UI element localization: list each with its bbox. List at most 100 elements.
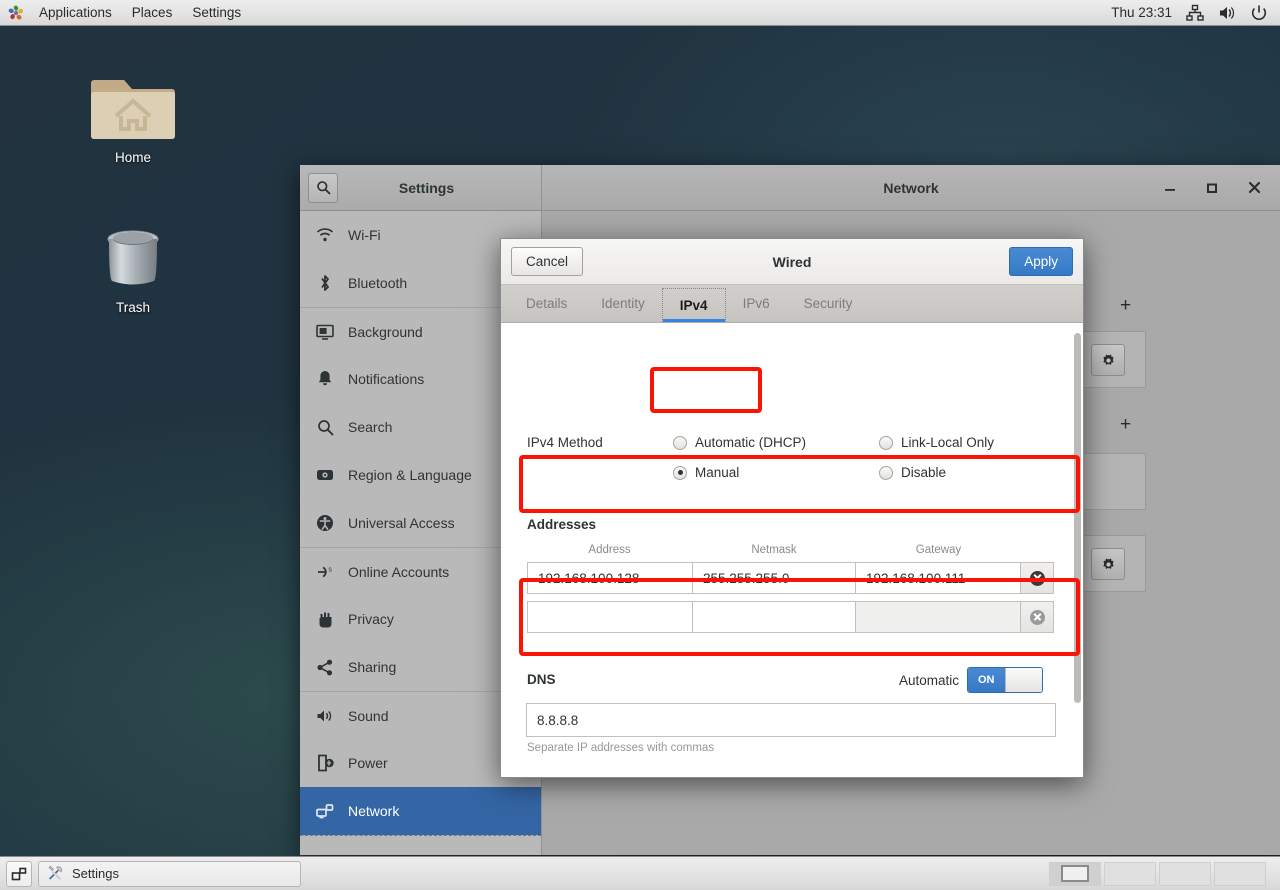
menu-settings[interactable]: Settings bbox=[182, 0, 251, 26]
tab-identity[interactable]: Identity bbox=[584, 285, 662, 322]
dns-title: DNS bbox=[527, 672, 556, 687]
workspace-4[interactable] bbox=[1214, 861, 1266, 886]
trash-bin-icon bbox=[78, 218, 188, 298]
gateway-input[interactable]: 192.168.100.111 bbox=[855, 562, 1021, 594]
radio-label: Link-Local Only bbox=[901, 435, 995, 450]
workspace-switcher[interactable] bbox=[1049, 861, 1274, 886]
add-connection-button[interactable]: + bbox=[1120, 414, 1131, 436]
settings-sidebar-header: Settings bbox=[300, 165, 542, 210]
radio-indicator bbox=[879, 465, 893, 480]
dns-input[interactable]: 8.8.8.8 bbox=[526, 703, 1056, 737]
radio-label: Automatic (DHCP) bbox=[695, 435, 807, 450]
column-header-gateway: Gateway bbox=[915, 544, 962, 556]
netmask-input[interactable] bbox=[692, 601, 856, 633]
radio-indicator bbox=[879, 435, 893, 450]
close-icon bbox=[1029, 570, 1045, 586]
address-input[interactable]: 192.168.100.128 bbox=[527, 562, 693, 594]
column-header-netmask: Netmask bbox=[751, 544, 797, 556]
taskbar-item-label: Settings bbox=[72, 866, 119, 881]
tab-details[interactable]: Details bbox=[509, 285, 584, 322]
maximize-button[interactable] bbox=[1204, 180, 1220, 196]
sidebar-item-label: Bluetooth bbox=[348, 275, 408, 291]
tab-ipv6[interactable]: IPv6 bbox=[726, 285, 787, 322]
minimize-button[interactable] bbox=[1162, 180, 1178, 196]
bell-icon bbox=[316, 370, 334, 388]
desktop-icon-label: Trash bbox=[115, 300, 150, 315]
sound-icon bbox=[316, 708, 334, 724]
delete-address-button[interactable] bbox=[1020, 601, 1054, 633]
workspace-window-preview bbox=[1061, 865, 1089, 882]
radio-automatic-dhcp[interactable]: Automatic (DHCP) bbox=[673, 435, 806, 450]
workspace-3[interactable] bbox=[1159, 861, 1211, 886]
radio-disable[interactable]: Disable bbox=[879, 465, 946, 480]
radio-manual[interactable]: Manual bbox=[673, 465, 739, 480]
ipv4-method-label: IPv4 Method bbox=[527, 435, 603, 450]
sidebar-item-label: Region & Language bbox=[348, 467, 472, 483]
toggle-knob bbox=[1004, 668, 1042, 692]
dns-automatic-toggle[interactable]: ON bbox=[967, 667, 1043, 693]
close-button[interactable] bbox=[1246, 180, 1262, 196]
column-header-address: Address bbox=[588, 544, 631, 556]
gateway-input[interactable] bbox=[855, 601, 1021, 633]
dialog-scrollbar[interactable] bbox=[1074, 333, 1081, 753]
dialog-scroll-area: IPv4 Method Automatic (DHCP) Manual Link… bbox=[501, 323, 1083, 777]
radio-link-local-only[interactable]: Link-Local Only bbox=[879, 435, 994, 450]
region-language-icon bbox=[316, 468, 334, 482]
desktop-icon-home[interactable]: Home bbox=[78, 68, 188, 165]
radio-label: Disable bbox=[901, 465, 947, 480]
radio-indicator bbox=[673, 435, 687, 450]
address-row: 192.168.100.128 255.255.255.0 192.168.10… bbox=[527, 562, 1054, 594]
workspace-2[interactable] bbox=[1104, 861, 1156, 886]
sharing-icon bbox=[316, 659, 334, 676]
gear-icon[interactable] bbox=[1091, 548, 1125, 580]
add-connection-button[interactable]: + bbox=[1120, 295, 1131, 317]
netmask-input[interactable]: 255.255.255.0 bbox=[692, 562, 856, 594]
workspace-1[interactable] bbox=[1049, 861, 1101, 886]
search-icon[interactable] bbox=[308, 172, 338, 203]
volume-icon[interactable] bbox=[1218, 4, 1236, 22]
gear-icon[interactable] bbox=[1091, 344, 1125, 376]
delete-address-button[interactable] bbox=[1020, 562, 1054, 594]
clock[interactable]: Thu 23:31 bbox=[1111, 5, 1172, 20]
radio-indicator bbox=[673, 465, 687, 480]
sidebar-item-label: Online Accounts bbox=[348, 563, 450, 580]
apply-button[interactable]: Apply bbox=[1009, 247, 1073, 276]
cancel-button[interactable]: Cancel bbox=[511, 247, 584, 276]
connection-card[interactable] bbox=[1082, 331, 1146, 388]
connection-card[interactable] bbox=[1082, 535, 1146, 592]
tab-ipv4[interactable]: IPv4 bbox=[661, 288, 726, 322]
dns-automatic-label: Automatic bbox=[899, 673, 960, 688]
sidebar-item-network[interactable]: Network bbox=[300, 787, 541, 835]
network-icon[interactable] bbox=[1186, 4, 1204, 22]
sidebar-item-label: Search bbox=[348, 419, 393, 435]
addresses-column-headers: Address Netmask Gateway bbox=[527, 544, 1057, 556]
settings-title: Settings bbox=[398, 179, 455, 196]
scrollbar-thumb[interactable] bbox=[1074, 333, 1081, 703]
menu-places[interactable]: Places bbox=[122, 0, 183, 26]
address-input[interactable] bbox=[527, 601, 693, 633]
desktop-icon-label: Home bbox=[114, 150, 151, 165]
wired-connection-dialog: Cancel Wired Apply Details Identity IPv4… bbox=[500, 238, 1084, 778]
address-row bbox=[527, 601, 1054, 633]
sidebar-item-label: Universal Access bbox=[348, 515, 455, 531]
sidebar-item-label: Notifications bbox=[348, 371, 425, 387]
power-icon[interactable] bbox=[1250, 4, 1268, 22]
sidebar-item-label: Network bbox=[348, 803, 400, 819]
sidebar-item-label: Sharing bbox=[348, 659, 397, 675]
background-icon bbox=[316, 324, 334, 340]
desktop-icon-trash[interactable]: Trash bbox=[78, 218, 188, 315]
online-accounts-icon: s bbox=[316, 564, 334, 580]
toggle-state-label: ON bbox=[968, 668, 1005, 692]
dialog-body: IPv4 Method Automatic (DHCP) Manual Link… bbox=[501, 323, 1083, 777]
svg-text:s: s bbox=[328, 566, 332, 573]
menu-applications[interactable]: Applications bbox=[29, 0, 122, 26]
sidebar-item-label: Sound bbox=[348, 707, 389, 724]
tab-security[interactable]: Security bbox=[787, 285, 870, 322]
settings-tools-icon bbox=[47, 864, 64, 884]
home-folder-icon bbox=[78, 68, 188, 148]
taskbar-item-settings[interactable]: Settings bbox=[38, 860, 301, 887]
sidebar-item-label: Power bbox=[348, 755, 388, 771]
show-desktop-icon[interactable] bbox=[6, 860, 32, 887]
connection-card[interactable] bbox=[1082, 453, 1146, 510]
sidebar-item-label: Wi-Fi bbox=[348, 227, 381, 243]
